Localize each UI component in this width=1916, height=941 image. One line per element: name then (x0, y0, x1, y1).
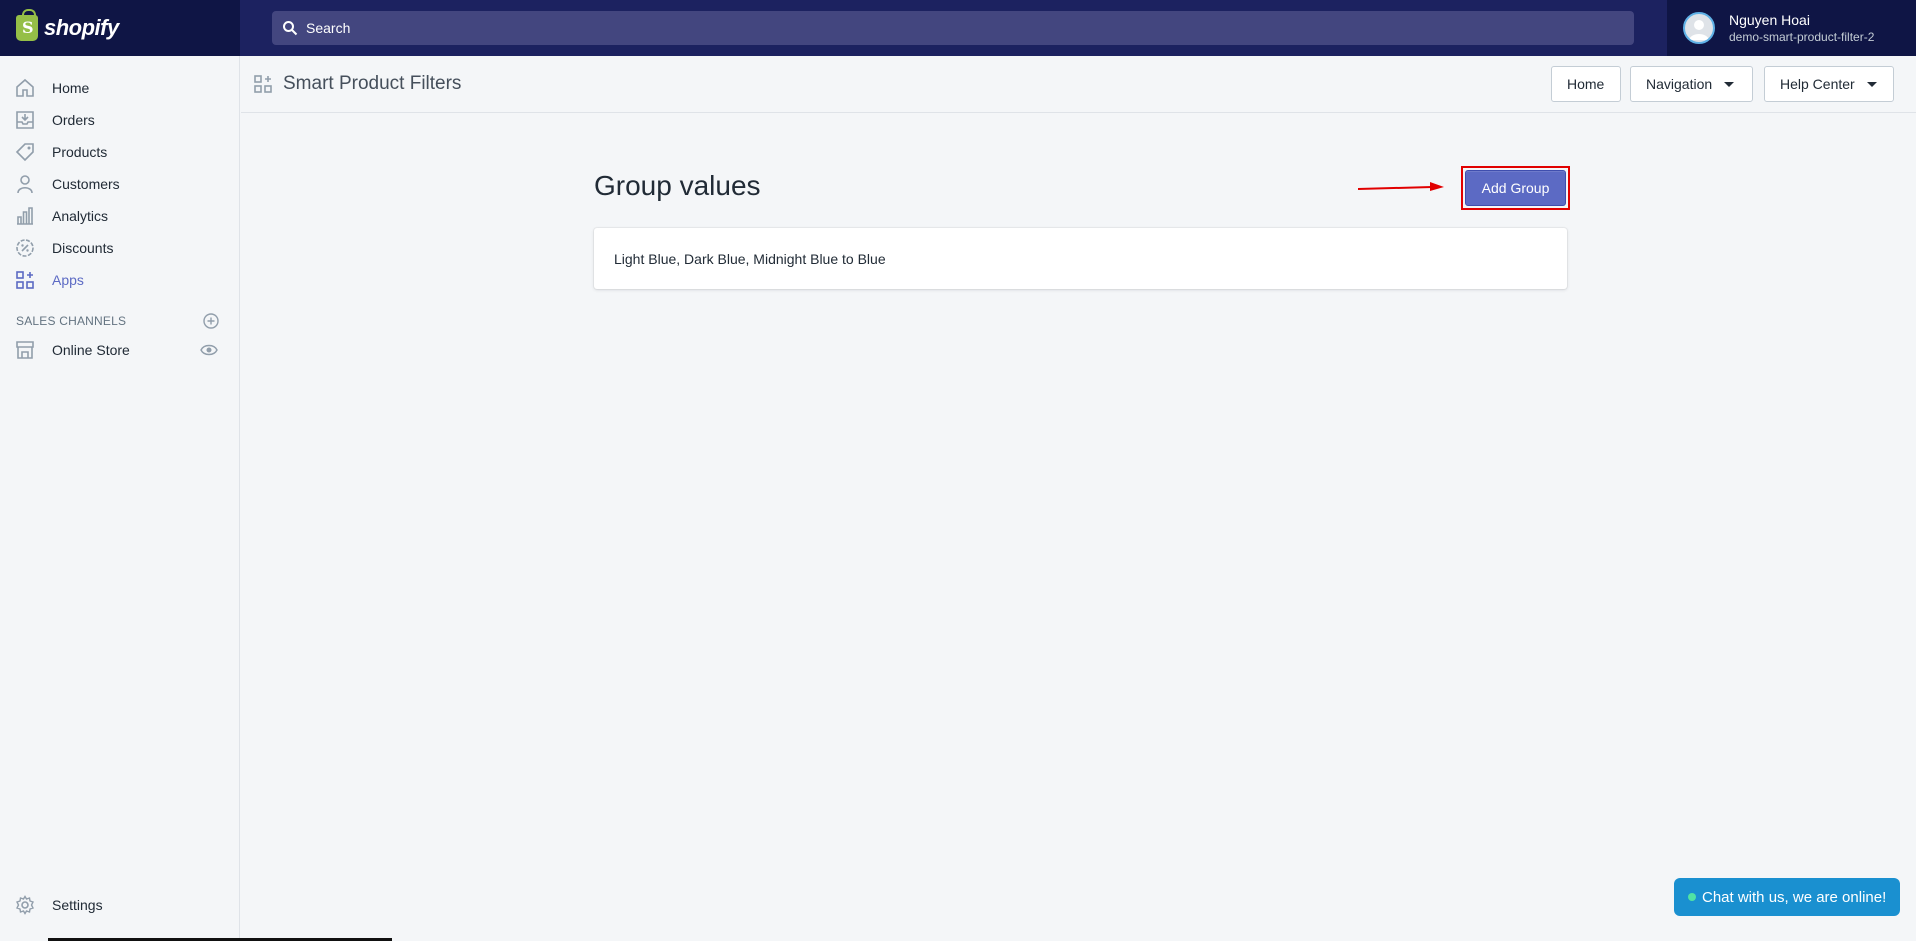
sidebar: Home Orders Products Customers Analytics… (0, 56, 240, 941)
group-values-text: Light Blue, Dark Blue, Midnight Blue to … (614, 250, 886, 267)
online-dot-icon (1688, 893, 1696, 901)
add-channel-icon[interactable] (203, 313, 219, 329)
red-arrow-annotation (1358, 182, 1444, 191)
help-center-dropdown[interactable]: Help Center (1764, 66, 1894, 102)
sidebar-item-label: Home (52, 80, 90, 96)
sidebar-item-products[interactable]: Products (0, 136, 239, 168)
apps-icon (254, 75, 272, 93)
group-list-item[interactable]: Light Blue, Dark Blue, Midnight Blue to … (594, 228, 1567, 289)
sidebar-item-discounts[interactable]: Discounts (0, 232, 239, 264)
sidebar-item-apps[interactable]: Apps (0, 264, 239, 296)
sidebar-item-orders[interactable]: Orders (0, 104, 239, 136)
person-icon (14, 173, 36, 195)
chevron-down-icon (1724, 81, 1735, 87)
sidebar-item-label: Analytics (52, 208, 109, 224)
top-bar: S shopify Search Nguyen Hoai demo-smart-… (0, 0, 1916, 56)
shopify-bag-icon: S (16, 9, 38, 41)
sidebar-item-label: Orders (52, 112, 95, 128)
sidebar-item-home[interactable]: Home (0, 72, 239, 104)
user-name: Nguyen Hoai (1729, 12, 1810, 28)
sales-channels-heading: SALES CHANNELS (16, 314, 127, 328)
sidebar-item-customers[interactable]: Customers (0, 168, 239, 200)
app-header: Smart Product Filters Home Navigation He… (241, 56, 1916, 113)
logo-text: shopify (44, 15, 119, 40)
app-title: Smart Product Filters (253, 73, 461, 95)
shopify-logo[interactable]: S shopify (0, 0, 240, 56)
home-button[interactable]: Home (1551, 66, 1621, 102)
chat-label: Chat with us, we are online! (1702, 888, 1887, 906)
tag-icon (14, 141, 36, 163)
discount-icon (14, 237, 36, 259)
apps-icon (14, 269, 36, 291)
navigation-label: Navigation (1646, 76, 1713, 92)
gear-icon (14, 894, 36, 916)
sidebar-item-online-store[interactable]: Online Store (0, 334, 239, 366)
store-icon (14, 339, 36, 361)
sidebar-item-label: Customers (52, 176, 120, 192)
navigation-dropdown[interactable]: Navigation (1630, 66, 1753, 102)
bar-chart-icon (14, 205, 36, 227)
eye-icon[interactable] (200, 343, 218, 357)
sidebar-item-analytics[interactable]: Analytics (0, 200, 239, 232)
chevron-down-icon (1866, 81, 1877, 87)
avatar (1683, 12, 1715, 44)
user-menu[interactable]: Nguyen Hoai demo-smart-product-filter-2 (1667, 0, 1916, 56)
sidebar-item-label: Products (52, 144, 108, 160)
sidebar-item-label: Settings (52, 897, 103, 913)
app-title-text: Smart Product Filters (283, 73, 462, 94)
page-title: Group values (594, 170, 761, 201)
store-name: demo-smart-product-filter-2 (1729, 30, 1875, 44)
chat-button[interactable]: Chat with us, we are online! (1674, 878, 1900, 916)
sidebar-item-label: Online Store (52, 342, 130, 358)
help-center-label: Help Center (1780, 76, 1855, 92)
sidebar-item-label: Discounts (52, 240, 114, 256)
search-icon (283, 21, 298, 36)
home-icon (14, 77, 36, 99)
orders-icon (14, 109, 36, 131)
sidebar-item-settings[interactable]: Settings (0, 889, 240, 921)
search-placeholder: Search (306, 20, 351, 36)
home-button-label: Home (1567, 76, 1605, 92)
add-group-button[interactable]: Add Group (1465, 170, 1566, 206)
add-group-label: Add Group (1481, 180, 1550, 196)
search-input[interactable]: Search (272, 11, 1634, 45)
sidebar-item-label: Apps (52, 272, 84, 288)
sales-channels-header: SALES CHANNELS (0, 308, 239, 334)
